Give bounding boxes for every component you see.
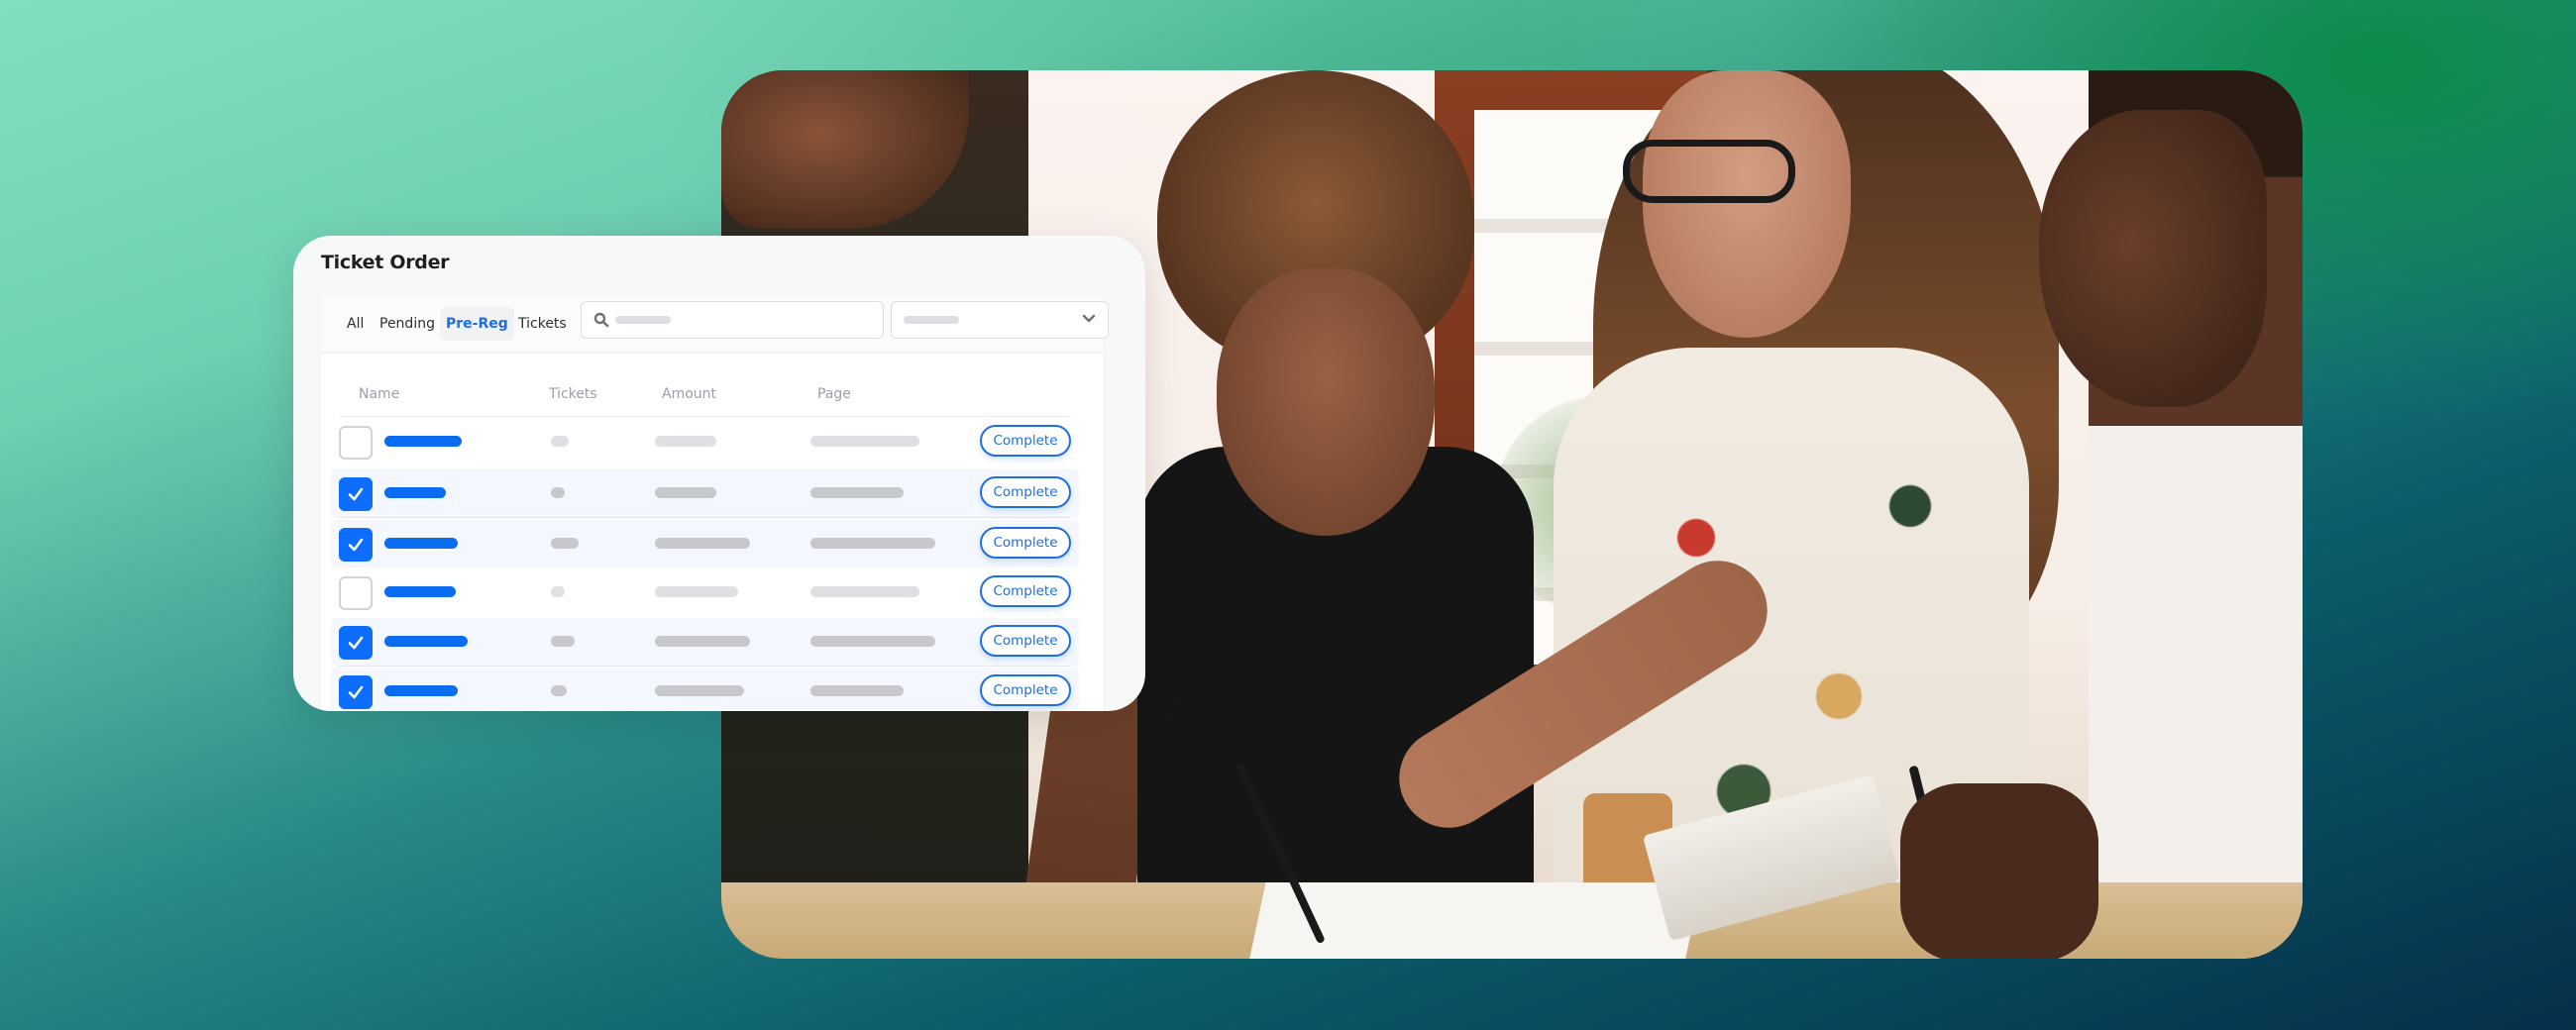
page-placeholder [810,487,904,498]
name-placeholder [384,685,458,696]
photo-face [1217,268,1435,536]
toolbar: All Pending Pre-Reg Tickets [321,295,1109,354]
complete-button[interactable]: Complete [980,674,1071,706]
table-row: Complete [331,418,1079,465]
tab-pending[interactable]: Pending [374,307,441,341]
column-header-name: Name [359,386,400,402]
table-row: Complete [331,668,1079,711]
page-placeholder [810,636,935,647]
tickets-placeholder [551,586,565,597]
table-row: Complete [331,568,1079,616]
row-checkbox[interactable] [339,675,373,709]
card-title: Ticket Order [321,252,450,273]
orders-panel: All Pending Pre-Reg Tickets Name Tickets… [321,295,1109,711]
row-checkbox[interactable] [339,576,373,610]
search-placeholder [615,316,671,324]
complete-button[interactable]: Complete [980,575,1071,607]
column-header-tickets: Tickets [549,386,597,402]
tab-tickets[interactable]: Tickets [512,307,573,341]
row-checkbox[interactable] [339,528,373,562]
tickets-placeholder [551,487,565,498]
amount-placeholder [655,586,738,597]
tab-all[interactable]: All [341,307,370,341]
header-divider [339,416,1072,417]
page-placeholder [810,538,935,549]
amount-placeholder [655,685,744,696]
name-placeholder [384,636,468,647]
checkmark-icon [348,538,364,552]
amount-placeholder [655,436,716,447]
tab-pre-reg[interactable]: Pre-Reg [440,307,514,341]
row-divider [339,666,1071,667]
tickets-placeholder [551,636,575,647]
name-placeholder [384,487,446,498]
photo-face-right [2039,110,2267,407]
page-placeholder [810,685,904,696]
checkmark-icon [348,685,364,699]
complete-button[interactable]: Complete [980,425,1071,457]
page-placeholder [810,436,919,447]
name-placeholder [384,436,462,447]
complete-button[interactable]: Complete [980,527,1071,559]
complete-button[interactable]: Complete [980,476,1071,508]
column-header-amount: Amount [662,386,717,402]
amount-placeholder [655,487,716,498]
filter-select[interactable] [891,301,1109,339]
ticket-order-card: Ticket Order All Pending Pre-Reg Tickets [293,236,1145,711]
photo-glasses [1623,140,1795,203]
search-icon [593,312,609,328]
photo-hand [1900,783,2098,959]
checkmark-icon [348,636,364,650]
search-input[interactable] [581,301,884,339]
complete-button[interactable]: Complete [980,625,1071,657]
select-placeholder [904,316,959,324]
chevron-down-icon [1082,314,1096,323]
tickets-placeholder [551,436,569,447]
row-divider [339,517,1071,518]
name-placeholder [384,586,456,597]
row-checkbox[interactable] [339,477,373,511]
table-row: Complete [331,520,1079,567]
page-placeholder [810,586,919,597]
row-checkbox[interactable] [339,626,373,660]
column-header-page: Page [817,386,851,402]
table-row: Complete [331,469,1079,518]
photo-face-glasses [1643,70,1851,338]
tickets-placeholder [551,685,567,696]
name-placeholder [384,538,458,549]
row-checkbox[interactable] [339,426,373,460]
tickets-placeholder [551,538,579,549]
table-row: Complete [331,618,1079,667]
amount-placeholder [655,636,750,647]
checkmark-icon [348,487,364,501]
amount-placeholder [655,538,750,549]
